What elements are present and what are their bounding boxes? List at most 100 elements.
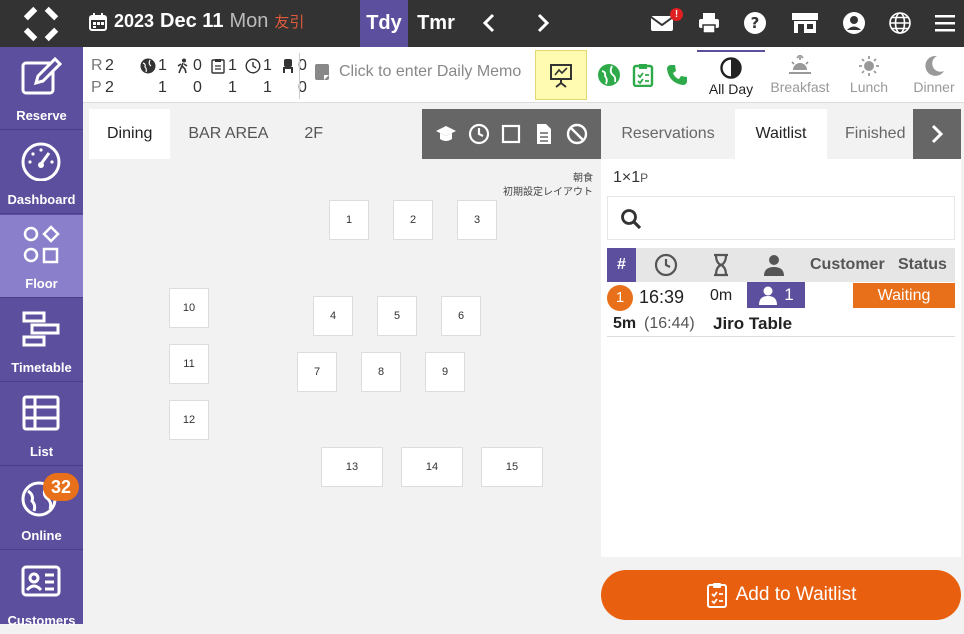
tab-reservations[interactable]: Reservations bbox=[601, 109, 735, 159]
table-12[interactable]: 12 bbox=[169, 400, 209, 440]
floor-toolbar bbox=[422, 109, 601, 159]
square-icon[interactable] bbox=[500, 123, 522, 145]
document-icon[interactable] bbox=[533, 123, 555, 145]
table-4[interactable]: 4 bbox=[313, 296, 353, 336]
floor-plan: 朝食 初期設定レイアウト 1 2 3 4 5 6 7 8 9 10 11 12 … bbox=[89, 159, 601, 619]
status-badge[interactable]: Waiting bbox=[853, 283, 955, 308]
date-display[interactable]: 2023 Dec 11 Mon 友引 bbox=[88, 10, 304, 33]
chair-icon bbox=[283, 59, 293, 73]
presentation-button[interactable] bbox=[535, 50, 587, 100]
edit-icon bbox=[21, 57, 62, 95]
sidebar-item-dashboard[interactable]: Dashboard bbox=[0, 131, 83, 214]
table-6[interactable]: 6 bbox=[441, 296, 481, 336]
meal-label: Dinner bbox=[913, 79, 955, 95]
table-14[interactable]: 14 bbox=[401, 447, 463, 487]
layout-label: 朝食 初期設定レイアウト bbox=[503, 172, 593, 200]
waitlist-wait-time: 0m bbox=[710, 287, 733, 304]
chevron-right-icon[interactable] bbox=[532, 12, 554, 34]
waitlist-row[interactable]: 1 16:39 0m 1 Waiting 5m (16:44) Jiro Tab… bbox=[607, 282, 955, 337]
clock-icon[interactable] bbox=[468, 123, 490, 145]
tab-finished[interactable]: Finished bbox=[827, 109, 913, 159]
table-5[interactable]: 5 bbox=[377, 296, 417, 336]
table-3[interactable]: 3 bbox=[457, 200, 497, 240]
date-weekday: Mon bbox=[229, 10, 269, 32]
list-icon bbox=[22, 395, 60, 431]
party-summary-count: 1×1 bbox=[613, 169, 641, 186]
menu-icon[interactable] bbox=[933, 11, 957, 35]
table-11[interactable]: 11 bbox=[169, 344, 209, 384]
tabs-next-button[interactable] bbox=[913, 109, 961, 159]
table-13[interactable]: 13 bbox=[321, 447, 383, 487]
meal-all-day-tab[interactable]: All Day bbox=[697, 50, 765, 102]
floor-tab-bar-area[interactable]: BAR AREA bbox=[170, 109, 286, 159]
meal-label: Lunch bbox=[849, 79, 889, 95]
stats-value: 1 bbox=[263, 79, 272, 96]
stats-value: 1 bbox=[158, 57, 167, 74]
sidebar-item-online[interactable]: 32 Online bbox=[0, 467, 83, 550]
stats-value: 0 bbox=[193, 57, 202, 74]
person-column-icon[interactable] bbox=[762, 253, 786, 277]
ban-icon[interactable] bbox=[566, 123, 588, 145]
stats-bar: R 2 1 0 1 1 0 P 2 1 0 1 1 0 Click to ent… bbox=[83, 47, 964, 103]
search-input[interactable] bbox=[652, 203, 942, 233]
chevron-right-icon bbox=[931, 124, 944, 144]
green-clipboard-icon[interactable] bbox=[631, 63, 655, 87]
sidebar-item-floor[interactable]: Floor bbox=[0, 215, 83, 298]
app-logo-icon[interactable] bbox=[22, 5, 60, 43]
layout-meal-name: 朝食 bbox=[573, 173, 593, 184]
search-icon bbox=[621, 209, 642, 230]
table-2[interactable]: 2 bbox=[393, 200, 433, 240]
tomorrow-button[interactable]: Tmr bbox=[414, 0, 458, 47]
waitlist-since-time: (16:44) bbox=[644, 315, 695, 332]
floor-tab-dining[interactable]: Dining bbox=[89, 109, 171, 159]
store-icon[interactable] bbox=[791, 11, 819, 35]
meal-label: All Day bbox=[708, 81, 754, 97]
column-status[interactable]: Status bbox=[898, 256, 947, 274]
timetable-icon bbox=[22, 311, 60, 347]
add-to-waitlist-button[interactable]: Add to Waitlist bbox=[601, 570, 961, 620]
column-number[interactable]: # bbox=[607, 248, 636, 282]
column-customer[interactable]: Customer bbox=[810, 256, 885, 274]
sidebar-item-customers[interactable]: Customers bbox=[0, 551, 83, 634]
sidebar-item-list[interactable]: List bbox=[0, 383, 83, 466]
account-icon[interactable] bbox=[842, 11, 866, 35]
id-card-icon bbox=[21, 565, 61, 597]
table-7[interactable]: 7 bbox=[297, 352, 337, 392]
meal-breakfast-tab[interactable]: Breakfast bbox=[766, 50, 834, 102]
table-10[interactable]: 10 bbox=[169, 288, 209, 328]
print-icon[interactable] bbox=[697, 11, 721, 35]
table-9[interactable]: 9 bbox=[425, 352, 465, 392]
graduation-cap-icon[interactable] bbox=[435, 123, 457, 145]
stats-row-reservations: R 2 1 0 1 1 0 bbox=[91, 55, 315, 77]
waitlist-search[interactable] bbox=[607, 196, 955, 240]
stats-value: 1 bbox=[263, 57, 272, 74]
online-count-badge: 32 bbox=[43, 473, 79, 501]
clipboard-add-icon bbox=[706, 583, 727, 608]
date-year: 2023 bbox=[114, 11, 155, 31]
today-button[interactable]: Tdy bbox=[360, 0, 408, 47]
table-1[interactable]: 1 bbox=[329, 200, 369, 240]
phone-icon[interactable] bbox=[665, 63, 689, 87]
hourglass-icon[interactable] bbox=[709, 253, 733, 277]
table-15[interactable]: 15 bbox=[481, 447, 543, 487]
shapes-icon bbox=[23, 225, 60, 264]
sun-icon bbox=[859, 56, 879, 76]
date-rokuyo: 友引 bbox=[274, 14, 305, 31]
table-8[interactable]: 8 bbox=[361, 352, 401, 392]
floor-tab-2f[interactable]: 2F bbox=[286, 109, 341, 159]
tab-waitlist[interactable]: Waitlist bbox=[735, 109, 827, 159]
daily-memo-input[interactable]: Click to enter Daily Memo bbox=[313, 63, 521, 81]
language-globe-icon[interactable] bbox=[888, 11, 912, 35]
chevron-left-icon[interactable] bbox=[478, 12, 500, 34]
online-globe-icon[interactable] bbox=[597, 63, 621, 87]
sidebar-item-timetable[interactable]: Timetable bbox=[0, 299, 83, 382]
sidebar-item-reserve[interactable]: Reserve bbox=[0, 47, 83, 130]
help-icon[interactable]: ? bbox=[743, 11, 767, 35]
sidebar-item-label: Customers bbox=[7, 613, 76, 628]
floor-tabs: Dining BAR AREA 2F bbox=[89, 109, 341, 159]
party-summary-unit: P bbox=[640, 171, 649, 185]
clock-column-icon[interactable] bbox=[654, 253, 678, 277]
top-bar: 2023 Dec 11 Mon 友引 Tdy Tmr ! ? bbox=[0, 0, 964, 47]
meal-lunch-tab[interactable]: Lunch bbox=[835, 50, 903, 102]
meal-dinner-tab[interactable]: Dinner bbox=[900, 50, 964, 102]
